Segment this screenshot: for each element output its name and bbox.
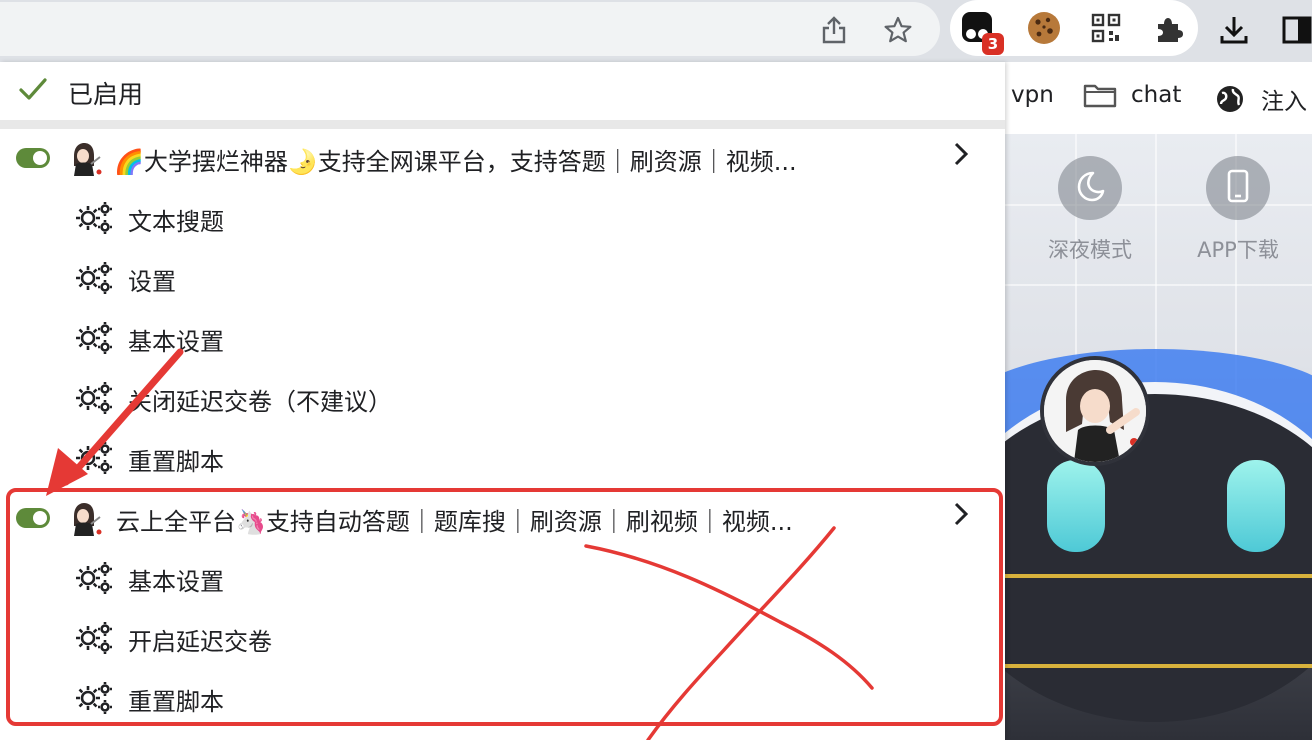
app-download-label: APP下载 xyxy=(1197,238,1279,262)
gears-icon xyxy=(74,320,114,356)
menu-command[interactable]: 重置脚本 xyxy=(0,668,1005,728)
cookie-icon[interactable] xyxy=(1024,8,1064,48)
folder-icon xyxy=(1083,82,1117,108)
tampermonkey-popup: 已启用 🌈大学摆烂神器🌛支持全网课平台，支持答题｜刷资源｜视频... 文本搜题 … xyxy=(0,62,1005,740)
menu-command[interactable]: 开启延迟交卷 xyxy=(0,608,1005,668)
command-label: 文本搜题 xyxy=(128,208,224,236)
script-avatar-icon xyxy=(66,140,102,176)
gears-icon xyxy=(74,260,114,296)
command-label: 关闭延迟交卷（不建议） xyxy=(128,388,392,416)
script-toggle[interactable] xyxy=(16,148,50,168)
bookmark-vpn[interactable]: vpn xyxy=(1011,82,1054,108)
command-label: 开启延迟交卷 xyxy=(128,628,272,656)
command-label: 基本设置 xyxy=(128,568,224,596)
download-icon[interactable] xyxy=(1214,10,1254,50)
command-label: 基本设置 xyxy=(128,328,224,356)
enabled-header: 已启用 xyxy=(0,62,1005,120)
side-panel-icon[interactable] xyxy=(1278,10,1312,50)
script-title: 🌈大学摆烂神器🌛支持全网课平台，支持答题｜刷资源｜视频... xyxy=(114,148,797,176)
app-download-button[interactable] xyxy=(1206,156,1270,220)
menu-command[interactable]: 文本搜题 xyxy=(0,188,1005,248)
gears-icon xyxy=(74,200,114,236)
moon-icon xyxy=(1073,169,1107,207)
command-label: 设置 xyxy=(128,268,176,296)
bookmark-label: chat xyxy=(1131,82,1182,108)
script-toggle[interactable] xyxy=(16,508,50,528)
enabled-label: 已启用 xyxy=(68,80,144,109)
gears-icon xyxy=(74,620,114,656)
night-mode-button[interactable] xyxy=(1058,156,1122,220)
chevron-right-icon[interactable] xyxy=(952,501,970,534)
command-label: 重置脚本 xyxy=(128,688,224,716)
globe-icon xyxy=(1215,84,1245,114)
script-row[interactable]: 🌈大学摆烂神器🌛支持全网课平台，支持答题｜刷资源｜视频... xyxy=(0,128,1005,188)
script-row[interactable]: 云上全平台🦄支持自动答题｜题库搜｜刷资源｜刷视频｜视频... xyxy=(0,488,1005,548)
bookmark-chat[interactable]: chat xyxy=(1083,82,1181,108)
extension-badge: 3 xyxy=(982,33,1004,55)
gears-icon xyxy=(74,560,114,596)
menu-command[interactable]: 重置脚本 xyxy=(0,428,1005,488)
phone-icon xyxy=(1226,169,1250,207)
menu-command[interactable]: 基本设置 xyxy=(0,548,1005,608)
gears-icon xyxy=(74,440,114,476)
script-title: 云上全平台🦄支持自动答题｜题库搜｜刷资源｜刷视频｜视频... xyxy=(116,508,793,536)
gears-icon xyxy=(74,380,114,416)
robot-eye-left xyxy=(1047,460,1105,552)
chevron-right-icon[interactable] xyxy=(952,141,970,174)
menu-command[interactable]: 设置 xyxy=(0,248,1005,308)
menu-command[interactable]: 关闭延迟交卷（不建议） xyxy=(0,368,1005,428)
share-icon[interactable] xyxy=(816,12,852,48)
night-mode-label: 深夜模式 xyxy=(1048,238,1132,262)
bookmark-label: vpn xyxy=(1011,82,1054,108)
robot-eye-right xyxy=(1227,460,1285,552)
bookmark-inject[interactable]: 注入 xyxy=(1215,82,1307,116)
avatar[interactable] xyxy=(1040,356,1150,466)
address-bar[interactable] xyxy=(0,2,940,56)
puzzle-icon[interactable] xyxy=(1150,10,1188,48)
command-label: 重置脚本 xyxy=(128,448,224,476)
menu-command[interactable]: 基本设置 xyxy=(0,308,1005,368)
script-avatar-icon xyxy=(66,500,102,536)
gears-icon xyxy=(74,680,114,716)
screen: 3 vpn chat 注入 深夜模式 APP下载 已启用 🌈大学摆烂神器🌛支持全… xyxy=(0,0,1312,740)
bookmark-label: 注入 xyxy=(1261,89,1307,115)
browser-toolbar: 3 xyxy=(0,0,1312,62)
bookmarks-bar: vpn chat 注入 xyxy=(1005,62,1312,134)
qr-code-icon[interactable] xyxy=(1088,10,1124,46)
checkmark-icon xyxy=(18,76,48,108)
star-icon[interactable] xyxy=(880,12,916,48)
